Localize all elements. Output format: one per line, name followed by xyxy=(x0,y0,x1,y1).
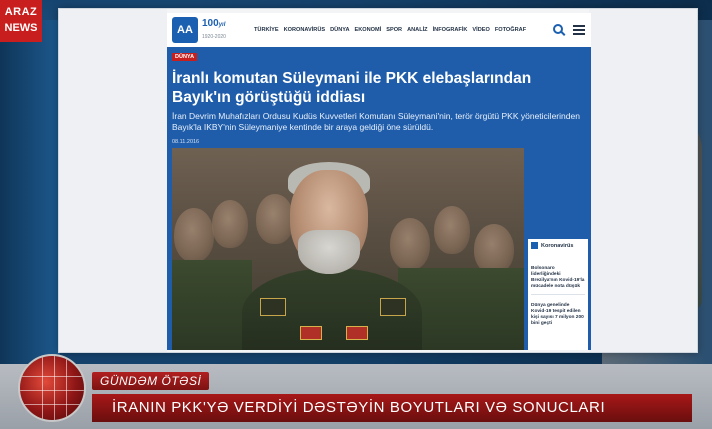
anniversary-suffix: yıl xyxy=(218,21,226,28)
crowd-face xyxy=(174,208,214,262)
crowd-face xyxy=(434,206,470,254)
anniversary-number: 100 xyxy=(202,17,219,29)
nav-item-analiz[interactable]: ANALİZ xyxy=(407,27,428,33)
channel-logo: ARAZ NEWS xyxy=(0,0,42,42)
crowd-face xyxy=(212,200,248,248)
nav-item-dunya[interactable]: DÜNYA xyxy=(330,27,349,33)
news-page: AA 100yıl 1920-2020 TÜRKİYE KORONAVİRÜS … xyxy=(167,13,591,350)
beard xyxy=(298,230,360,274)
ticker-label: GÜNDƏM ÖTƏSİ xyxy=(92,372,210,390)
nav-item-fotograf[interactable]: FOTOĞRAF xyxy=(495,27,526,33)
search-icon[interactable] xyxy=(553,24,563,34)
sidebar-news-item[interactable]: Bolsonaro liderliğindeki Brezilya'nın Ko… xyxy=(528,266,588,290)
video-frame: ARAZ NEWS AA 100yıl 1920-2020 TÜRKİYE KO… xyxy=(0,0,712,429)
article-date: 08.11.2016 xyxy=(172,139,200,145)
nav-item-koronavirus[interactable]: KORONAVİRÜS xyxy=(284,27,326,33)
sidebar-divider xyxy=(531,294,585,295)
crowd-face xyxy=(256,194,294,244)
nav-item-turkiye[interactable]: TÜRKİYE xyxy=(254,27,279,33)
article-lede: İran Devrim Muhafızları Ordusu Kudüs Kuv… xyxy=(172,111,580,132)
channel-logo-line1: ARAZ xyxy=(4,6,38,18)
nav-item-ekonomi[interactable]: EKONOMİ xyxy=(355,27,382,33)
article-photo xyxy=(172,148,524,350)
crowd-face xyxy=(474,224,514,274)
hamburger-menu-icon[interactable] xyxy=(573,25,585,35)
main-nav: TÜRKİYE KORONAVİRÜS DÜNYA EKONOMİ SPOR A… xyxy=(254,27,531,33)
collar-patch-right xyxy=(346,326,368,340)
sidebar-coronavirus-card: Koronavirüs Bolsonaro liderliğindeki Bre… xyxy=(528,239,588,350)
ticker-headline: İRANIN PKK'YƏ VERDİYİ DƏSTƏYİN BOYUTLARI… xyxy=(92,394,692,422)
nav-item-spor[interactable]: SPOR xyxy=(386,27,402,33)
aa-logo[interactable]: AA xyxy=(172,17,198,43)
article-headline: İranlı komutan Süleymani ile PKK elebaşl… xyxy=(172,70,532,106)
nav-item-video[interactable]: VİDEO xyxy=(472,27,489,33)
anniversary-years: 1920-2020 xyxy=(202,33,226,40)
category-badge[interactable]: DÜNYA xyxy=(172,53,198,61)
shoulder-badge-right xyxy=(380,298,406,316)
collar-patch-left xyxy=(300,326,322,340)
sidebar-news-item[interactable]: Dünya genelinde Kovid-19 tespit edilen k… xyxy=(528,303,588,327)
globe-icon xyxy=(18,354,86,422)
background-blur-left xyxy=(0,20,60,389)
crowd-uniform xyxy=(172,260,252,350)
channel-logo-line2: NEWS xyxy=(4,22,38,34)
sidebar-title[interactable]: Koronavirüs xyxy=(541,243,573,249)
sidebar-bullet-icon xyxy=(531,242,538,249)
nav-item-infografik[interactable]: İNFOGRAFİK xyxy=(433,27,468,33)
page-gutter-left xyxy=(59,9,167,352)
page-gutter-right xyxy=(589,9,697,352)
shoulder-badge-left xyxy=(260,298,286,316)
browser-screenshot: AA 100yıl 1920-2020 TÜRKİYE KORONAVİRÜS … xyxy=(58,8,698,353)
site-header: AA 100yıl 1920-2020 TÜRKİYE KORONAVİRÜS … xyxy=(167,13,591,47)
sidebar-header: Koronavirüs xyxy=(528,239,588,252)
crowd-face xyxy=(390,218,430,270)
anniversary-logo: 100yıl 1920-2020 xyxy=(202,17,248,42)
